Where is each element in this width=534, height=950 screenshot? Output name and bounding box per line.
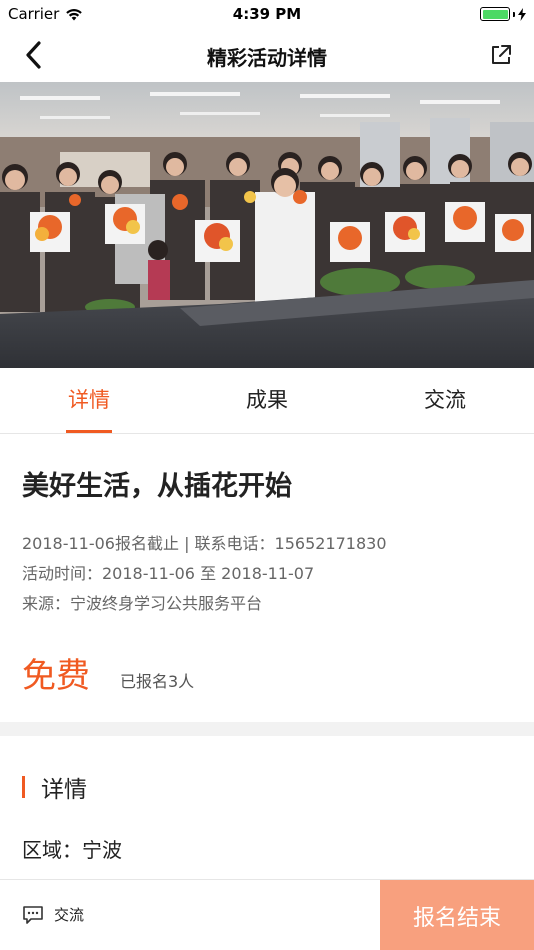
- tab-discussion-label: 交流: [424, 388, 466, 412]
- detail-section-title: 详情: [41, 777, 87, 803]
- section-divider: [0, 722, 534, 736]
- tab-details-label: 详情: [68, 388, 110, 412]
- deadline-line: 2018-11-06报名截止 | 联系电话：15652171830: [22, 534, 387, 553]
- status-time: 4:39 PM: [232, 5, 302, 23]
- activity-time-line: 活动时间：2018-11-06 至 2018-11-07: [22, 564, 315, 583]
- share-icon: [492, 45, 511, 64]
- tab-bar: 详情 成果 交流: [0, 368, 534, 434]
- nav-bar: 精彩活动详情: [0, 28, 534, 82]
- activity-title: 美好生活，从插花开始: [22, 471, 292, 502]
- charging-icon: [518, 7, 526, 21]
- tab-active-indicator: [66, 430, 112, 433]
- page-title: 精彩活动详情: [207, 46, 327, 70]
- enrolled-count: 已报名3人: [120, 672, 195, 691]
- price-row: 免费 已报名3人: [22, 648, 194, 697]
- tab-details[interactable]: 详情: [0, 368, 178, 433]
- section-accent-bar: [22, 776, 25, 798]
- price-label: 免费: [22, 656, 90, 696]
- signup-closed-button[interactable]: 报名结束: [380, 880, 534, 950]
- share-button[interactable]: [486, 40, 516, 70]
- chat-bubble-icon: [23, 905, 43, 924]
- battery-icon: [480, 7, 526, 21]
- tab-results[interactable]: 成果: [178, 368, 356, 433]
- chat-label: 交流: [54, 906, 85, 924]
- chat-button[interactable]: 交流: [22, 904, 84, 925]
- group-photo-image: [0, 82, 534, 368]
- activity-photo: [0, 82, 534, 368]
- detail-section-header: 详情: [22, 770, 87, 804]
- region-text: 区域：宁波: [22, 838, 122, 862]
- bottom-action-bar: 交流 报名结束: [0, 879, 534, 950]
- tab-discussion[interactable]: 交流: [356, 368, 534, 433]
- tab-results-label: 成果: [246, 388, 288, 412]
- signup-button-label: 报名结束: [412, 905, 501, 931]
- status-bar: Carrier 4:39 PM: [0, 0, 534, 28]
- source-line: 来源：宁波终身学习公共服务平台: [22, 594, 263, 613]
- activity-info: 美好生活，从插花开始 2018-11-06报名截止 | 联系电话：1565217…: [0, 434, 534, 722]
